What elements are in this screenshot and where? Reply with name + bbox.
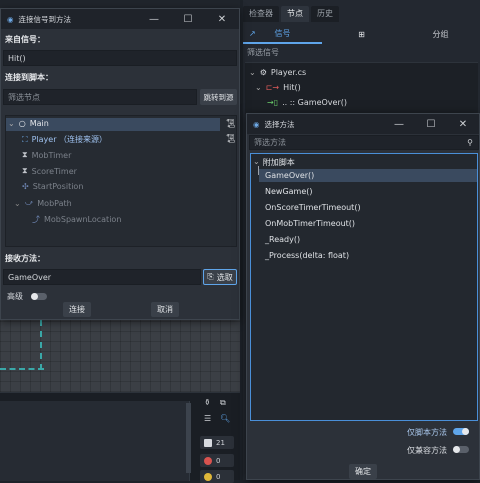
script-icon: ⚙ [259,68,267,77]
slot-icon: →▯ [267,98,279,107]
method-item[interactable]: _Process(delta: float) [265,251,349,260]
method-icon: ⎘ [207,272,214,281]
chevron-down-icon: ⌄ [249,68,256,77]
close-icon[interactable]: ✕ [205,9,239,29]
script-methods-only-label: 仅脚本方法 [407,428,447,437]
connect-to-script-label: 连接到脚本： [5,73,53,82]
signals-label: 信号 [274,28,291,38]
advanced-label: 高级 [7,292,23,301]
clear-icon[interactable]: ⚱ [204,398,211,407]
group-attached-script[interactable]: ⌄ 附加脚本 [253,157,295,168]
tree-node-main[interactable]: ⌄ ○ Main [8,119,49,128]
minimize-icon[interactable]: — [137,9,171,29]
go-to-source-button[interactable]: 跳转到源 [200,89,237,105]
method-item[interactable]: GameOver() [265,171,314,180]
chevron-down-icon: ⌄ [255,83,262,92]
compatible-methods-only-label: 仅兼容方法 [407,446,447,455]
script-methods-only-toggle[interactable] [453,428,469,435]
scene-viewport[interactable] [0,320,240,392]
maximize-icon[interactable]: ☐ [415,114,447,134]
compatible-methods-only-toggle[interactable] [453,446,469,453]
godot-icon: ◉ [7,14,14,24]
minimize-icon[interactable]: — [383,114,415,134]
copy-icon[interactable]: ⧉ [220,398,226,408]
method-item[interactable]: OnScoreTimerTimeout() [265,203,361,212]
circle-icon: ○ [18,119,26,128]
maximize-icon[interactable]: ☐ [171,9,205,29]
signal-icon: ⊏→ [265,83,280,92]
connect-button[interactable]: 连接 [63,302,91,317]
info-count-button[interactable]: 21 [200,436,234,449]
node-dock-toolbar: ↗ 信号 ⊞ 分组 [243,24,480,44]
filter-nodes-input[interactable]: 筛选节点 [3,89,197,105]
method-list: ⌄ 附加脚本 GameOver() NewGame() OnScoreTimer… [250,153,478,421]
tab-history[interactable]: 历史 [311,6,339,22]
ok-button[interactable]: 确定 [349,464,377,479]
error-icon [204,456,212,465]
tree-item-script[interactable]: ⌄ ⚙ Player.cs [249,68,306,77]
timer-icon: ⧗ [22,150,28,159]
script-icon: 📜︎ [226,119,237,128]
error-count-button[interactable]: 0 [200,454,234,467]
groups-tab-button[interactable]: 分组 [401,29,480,40]
area-icon: ⛶ [22,134,28,144]
warning-icon [204,472,212,481]
tree-node-mobpath[interactable]: ⌄ ⤻ MobPath [14,198,72,208]
dialog-titlebar: ◉ 选择方法 — ☐ ✕ [247,114,479,134]
tree-node-player[interactable]: ⛶ Player （连接来源） [22,134,107,145]
node-tree: ⌄ ○ Main 📜︎ ⛶ Player （连接来源） 📜︎ ⧗ MobTime… [5,115,237,247]
tree-item-signal[interactable]: ⌄ ⊏→ Hit() [255,83,301,92]
dialog-title: 连接信号到方法 [18,14,72,24]
tree-node-mobspawnlocation[interactable]: ⤴ MobSpawnLocation [32,214,121,225]
tab-node[interactable]: 节点 [281,6,309,22]
filter-icon[interactable]: ☰ [204,414,211,423]
method-item[interactable]: NewGame() [265,187,313,196]
dialog-titlebar: ◉ 连接信号到方法 — ☐ ✕ [1,9,239,29]
tree-item-connection[interactable]: →▯ .. :: GameOver() [267,98,347,107]
filter-methods-input[interactable]: 筛选方法 ⚲ [249,135,479,150]
path-icon: ⤻ [24,198,34,207]
tree-node-startposition[interactable]: ✣ StartPosition [22,182,83,191]
tree-node-scoretimer[interactable]: ⧗ ScoreTimer [22,166,77,176]
warning-count: 0 [216,472,221,481]
marker-icon: ✣ [22,182,29,191]
receiver-method-input[interactable]: GameOver [3,269,201,285]
info-count: 21 [216,438,225,447]
groups-icon[interactable]: ⊞ [322,30,401,39]
chevron-down-icon: ⌄ [14,198,21,208]
output-side-controls: ⚱ ⧉ ☰ 🔍︎ 21 0 0 [196,392,240,483]
from-signal-label: 来自信号： [5,35,45,44]
path-follow-icon: ⤴ [32,215,40,224]
signals-tab-button[interactable]: ↗ 信号 [243,24,322,44]
godot-icon: ◉ [253,119,260,129]
chevron-down-icon: ⌄ [8,119,15,128]
close-icon[interactable]: ✕ [447,114,479,134]
script-icon: 📜︎ [226,134,237,143]
advanced-toggle[interactable] [31,293,47,300]
search-icon[interactable]: 🔍︎ [220,414,230,423]
error-count: 0 [216,456,221,465]
warning-count-button[interactable]: 0 [200,470,234,483]
timer-icon: ⧗ [22,166,28,175]
filter-signals-input[interactable]: 筛选信号 [247,47,279,58]
connect-signal-dialog: ◉ 连接信号到方法 — ☐ ✕ 来自信号： Hit() 连接到脚本： 筛选节点 … [0,8,240,320]
search-icon: ⚲ [467,138,473,147]
info-icon [204,438,212,447]
cancel-button[interactable]: 取消 [151,302,179,317]
pick-method-button[interactable]: ⎘ 选取 [203,269,237,285]
select-method-dialog: ◉ 选择方法 — ☐ ✕ 筛选方法 ⚲ ⌄ 附加脚本 GameOver() Ne… [246,113,480,480]
tree-node-mobtimer[interactable]: ⧗ MobTimer [22,150,71,160]
dock-tabs: 检查器 节点 历史 [243,6,339,22]
signal-icon: ↗ [249,28,256,38]
receiver-method-label: 接收方法： [5,254,45,263]
dialog-title: 选择方法 [264,119,295,129]
method-item[interactable]: OnMobTimerTimeout() [265,219,355,228]
output-scrollbar[interactable] [186,403,191,473]
signal-tree: ⌄ ⚙ Player.cs ⌄ ⊏→ Hit() →▯ .. :: GameOv… [245,62,478,114]
from-signal-field: Hit() [3,50,237,66]
tab-inspector[interactable]: 检查器 [243,6,279,22]
method-item[interactable]: _Ready() [265,235,300,244]
